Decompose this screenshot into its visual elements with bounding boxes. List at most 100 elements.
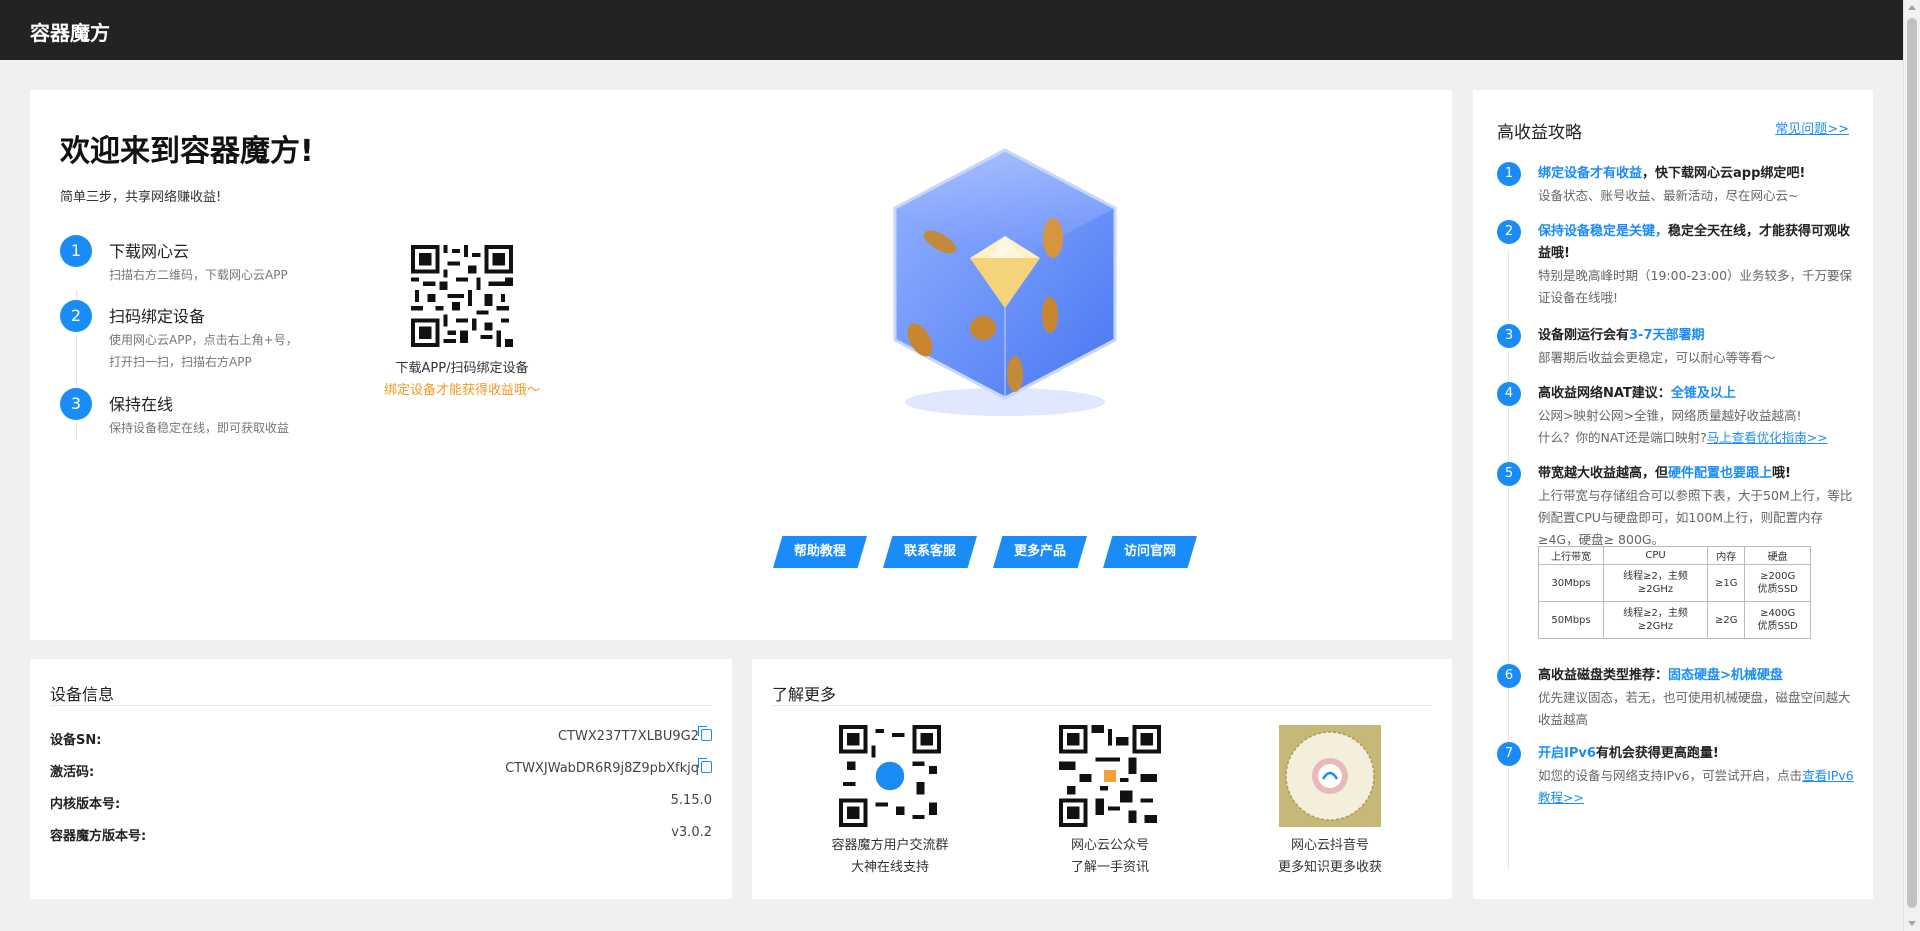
tip-highlight: 硬件配置也要跟上 (1668, 466, 1773, 481)
table-cell: ≥400G 优质SSD (1744, 601, 1811, 639)
tip-desc: 设备状态、账号收益、最新活动，尽在网心云~ (1538, 188, 1799, 203)
step-desc: 使用网心云APP，点击右上角+号， 打开扫一扫，扫描右方APP (109, 329, 298, 373)
scrollbar-thumb[interactable] (1907, 18, 1917, 908)
device-sn-value: CTWX237T7XLBU9G2 (557, 729, 699, 744)
welcome-title: 欢迎来到容器魔方! (60, 134, 314, 169)
table-header: CPU (1602, 546, 1709, 565)
learn-more-card: 了解更多 容器魔方用户交流群 大神在线支持 网心云公众号 了解一手资讯 网心云抖… (752, 659, 1452, 899)
qr-caption: 网心云抖音号 (1290, 838, 1369, 853)
welcome-subtitle: 简单三步，共享网络赚收益! (60, 190, 222, 205)
wechat-official-qr-code (1059, 725, 1161, 827)
app-title: 容器魔方 (30, 21, 110, 45)
kernel-version-value: 5.15.0 (670, 793, 712, 808)
app-download-qr-code (411, 245, 513, 347)
tip-number: 1 (1497, 162, 1521, 186)
section-divider (50, 705, 712, 706)
scroll-down-icon[interactable] (1908, 921, 1916, 926)
qr-subcaption: 大神在线支持 (850, 860, 929, 875)
tip-highlight: 固态硬盘>机械硬盘 (1668, 668, 1783, 683)
container-cube-illustration (893, 148, 1117, 416)
tip-desc: 上行带宽与存储组合可以参照下表，大于50M上行，等比例配置CPU与硬盘即可，如1… (1538, 488, 1853, 547)
table-header: 硬盘 (1744, 546, 1811, 565)
tip-highlight: 绑定设备才有收益 (1538, 166, 1643, 181)
tip-desc: 什么？你的NAT还是端口映射? (1538, 430, 1707, 445)
step-desc-line: 使用网心云APP，点击右上角+号， (109, 333, 298, 347)
tip-number: 4 (1497, 382, 1521, 406)
qr-subcaption: 更多知识更多收获 (1277, 860, 1382, 875)
table-cell: ≥1G (1707, 564, 1746, 602)
table-cell: 线程≥2，主频 ≥2GHz (1602, 601, 1709, 639)
hardware-spec-table: 上行带宽 CPU 内存 硬盘 30Mbps 线程≥2，主频 ≥2GHz ≥1G ≥… (1538, 546, 1811, 639)
copy-icon[interactable] (698, 726, 712, 741)
douyin-qr-code (1279, 725, 1381, 827)
tip-highlight: 开启IPv6 (1538, 746, 1596, 761)
info-label: 内核版本号: (50, 797, 121, 812)
tip-highlight: 3-7天部署期 (1629, 328, 1705, 343)
step-desc: 扫描右方二维码，下载网心云APP (109, 268, 288, 282)
more-products-button[interactable]: 更多产品 (993, 536, 1087, 568)
vertical-scrollbar[interactable] (1903, 0, 1920, 931)
faq-link[interactable]: 常见问题>> (1775, 118, 1849, 137)
info-label: 设备SN: (50, 733, 102, 748)
table-header: 上行带宽 (1538, 546, 1604, 565)
section-title: 了解更多 (772, 685, 837, 704)
tip-title: 哦! (1772, 466, 1791, 481)
user-group-qr-code (839, 725, 941, 827)
visit-website-button[interactable]: 访问官网 (1103, 536, 1197, 568)
tip-desc: 特别是晚高峰时期（19:00-23:00）业务较多，千万要保证设备在线哦! (1538, 268, 1853, 305)
step-number: 1 (60, 235, 92, 267)
table-cell: 30Mbps (1538, 564, 1604, 602)
qr-caption: 容器魔方用户交流群 (831, 838, 949, 853)
tip-title: 高收益磁盘类型推荐： (1538, 668, 1669, 683)
qr-caption: 下载APP/扫码绑定设备 (395, 361, 529, 376)
tip-highlight: 保持设备稳定是关键， (1538, 224, 1669, 239)
table-row: 30Mbps 线程≥2，主频 ≥2GHz ≥1G ≥200G 优质SSD (1538, 564, 1811, 602)
contact-support-button[interactable]: 联系客服 (883, 536, 977, 568)
tip-title: 高收益网络NAT建议： (1538, 386, 1671, 401)
step-desc-line: 打开扫一扫，扫描右方APP (109, 355, 252, 369)
tip-title: ，快下载网心云app绑定吧! (1642, 166, 1806, 181)
qr-note: 绑定设备才能获得收益哦～ (383, 383, 540, 398)
high-earnings-guide-card: 高收益攻略 常见问题>> 1 绑定设备才有收益，快下载网心云app绑定吧! 设备… (1473, 90, 1873, 899)
copy-icon[interactable] (698, 758, 712, 773)
activation-code-value: CTWXJWabDR6R9j8Z9pbXfkjq (505, 761, 699, 776)
tip-number: 2 (1497, 220, 1521, 244)
section-title: 设备信息 (50, 685, 115, 704)
device-info-card: 设备信息 设备SN: CTWX237T7XLBU9G2 激活码: CTWXJWa… (30, 659, 732, 899)
table-cell: ≥2G (1707, 601, 1746, 639)
kernel-version-row: 内核版本号: 5.15.0 (50, 793, 712, 813)
activation-code-row: 激活码: CTWXJWabDR6R9j8Z9pbXfkjq (50, 758, 712, 781)
tip-title: 有机会获得更高跑量! (1595, 746, 1719, 761)
douyin-qr: 网心云抖音号 更多知识更多收获 (1230, 725, 1430, 879)
table-header: 内存 (1707, 546, 1746, 565)
device-sn-row: 设备SN: CTWX237T7XLBU9G2 (50, 726, 712, 749)
tip-highlight: 全锥及以上 (1670, 386, 1736, 401)
optimization-guide-link[interactable]: 马上查看优化指南>> (1707, 430, 1828, 445)
tip-title: 带宽越大收益越高，但 (1538, 466, 1669, 481)
section-divider (772, 705, 1432, 706)
app-version-value: v3.0.2 (671, 825, 712, 840)
info-label: 激活码: (50, 765, 95, 780)
tip-desc: 公网>映射公网>全锥，网络质量越好收益越高! (1538, 408, 1802, 423)
step-title: 扫码绑定设备 (109, 307, 206, 326)
table-cell: 50Mbps (1538, 601, 1604, 639)
step-desc: 保持设备稳定在线，即可获取收益 (109, 421, 290, 435)
table-cell: ≥200G 优质SSD (1744, 564, 1811, 602)
qr-subcaption: 了解一手资讯 (1070, 860, 1149, 875)
step-number: 3 (60, 388, 92, 420)
help-tutorial-button[interactable]: 帮助教程 (773, 536, 867, 568)
tip-number: 5 (1497, 462, 1521, 486)
user-group-qr: 容器魔方用户交流群 大神在线支持 (790, 725, 990, 879)
tip-number: 3 (1497, 324, 1521, 348)
info-label: 容器魔方版本号: (50, 829, 147, 844)
tip-number: 6 (1497, 664, 1521, 688)
scroll-up-icon[interactable] (1908, 5, 1916, 10)
step-title: 下载网心云 (109, 242, 190, 261)
top-bar: 容器魔方 (0, 0, 1903, 60)
table-cell: 线程≥2，主频 ≥2GHz (1602, 564, 1709, 602)
wechat-official-qr: 网心云公众号 了解一手资讯 (1010, 725, 1210, 879)
tip-desc: 部署期后收益会更稳定，可以耐心等等看～ (1538, 350, 1776, 365)
table-row: 50Mbps 线程≥2，主频 ≥2GHz ≥2G ≥400G 优质SSD (1538, 601, 1811, 639)
tip-desc: 优先建议固态，若无，也可使用机械硬盘，磁盘空间越大收益越高 (1538, 690, 1851, 727)
guide-title: 高收益攻略 (1497, 123, 1582, 143)
